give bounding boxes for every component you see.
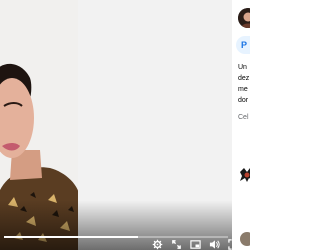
- commenter-avatar[interactable]: [238, 166, 250, 184]
- video-player[interactable]: [0, 0, 232, 250]
- user-avatar[interactable]: [240, 232, 250, 246]
- description-line: Un: [238, 64, 247, 71]
- description-line: dor: [238, 97, 249, 104]
- expand-icon[interactable]: [171, 239, 182, 250]
- side-panel: P Un dez me dor Cel: [232, 0, 250, 250]
- speaker-icon[interactable]: [209, 239, 220, 250]
- progress-bar[interactable]: [4, 236, 228, 238]
- avatar[interactable]: [238, 8, 250, 28]
- picture-in-picture-icon[interactable]: [190, 239, 201, 250]
- comments-filter-label[interactable]: Cel: [238, 114, 249, 121]
- follow-button[interactable]: P: [236, 36, 250, 54]
- description-line: dez: [238, 75, 250, 82]
- gear-icon[interactable]: [152, 239, 163, 250]
- progress-fill: [4, 236, 139, 238]
- post-description: Un dez me dor: [238, 62, 250, 106]
- video-controls: [0, 232, 232, 250]
- description-line: me: [238, 86, 248, 93]
- video-frame: [0, 0, 232, 250]
